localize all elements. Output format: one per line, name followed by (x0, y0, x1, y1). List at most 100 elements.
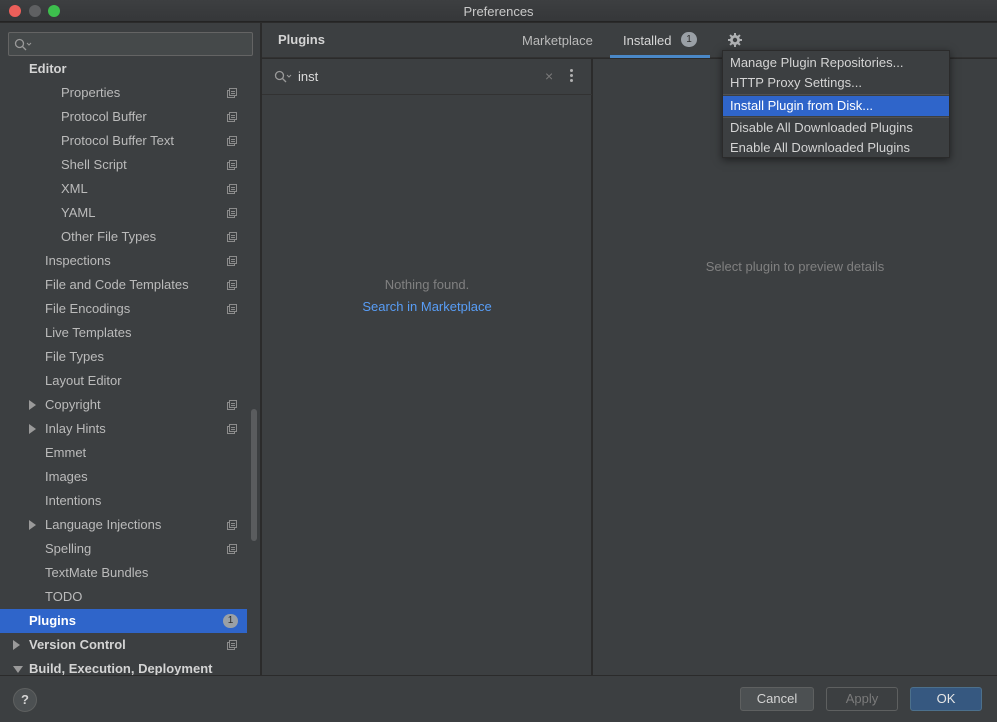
sidebar-item-label: Shell Script (61, 157, 127, 172)
sidebar-scrollbar[interactable] (251, 409, 257, 541)
expand-right-arrow-icon[interactable] (13, 640, 20, 650)
project-scope-icon (227, 400, 237, 410)
sidebar-item-label: Protocol Buffer (61, 109, 147, 124)
expand-right-arrow-icon[interactable] (29, 424, 36, 434)
sidebar-item-editor[interactable]: Editor (0, 63, 247, 81)
sidebar-item-label: Build, Execution, Deployment (29, 661, 213, 675)
settings-tree: Editor Properties Protocol Buffer Protocol … (0, 63, 260, 675)
sidebar-item-label: Emmet (45, 445, 87, 460)
sidebar-item-layout-editor[interactable]: Layout Editor (0, 369, 247, 393)
sidebar-item-other-file-types[interactable]: Other File Types (0, 225, 247, 249)
sidebar-item-file-and-code-templates[interactable]: File and Code Templates (0, 273, 247, 297)
sidebar-item-textmate-bundles[interactable]: TextMate Bundles (0, 561, 247, 585)
sidebar-item-label: Language Injections (45, 517, 162, 532)
sidebar-item-file-types[interactable]: File Types (0, 345, 247, 369)
sidebar-item-copyright[interactable]: Copyright (0, 393, 247, 417)
empty-results-text: Nothing found. (384, 277, 470, 292)
sidebar-item-live-templates[interactable]: Live Templates (0, 321, 247, 345)
sidebar-item-intentions[interactable]: Intentions (0, 489, 247, 513)
menu-item-manage-repositories[interactable]: Manage Plugin Repositories... (723, 53, 949, 73)
project-scope-icon (227, 256, 237, 266)
sidebar-item-version-control[interactable]: Version Control (0, 633, 247, 657)
sidebar-item-plugins[interactable]: Plugins 1 (0, 609, 247, 633)
detail-placeholder-text: Select plugin to preview details (705, 259, 885, 274)
sidebar-item-label: Protocol Buffer Text (61, 133, 174, 148)
apply-button[interactable]: Apply (826, 687, 898, 711)
sidebar-item-images[interactable]: Images (0, 465, 247, 489)
clear-search-icon[interactable]: × (545, 68, 553, 84)
sidebar-item-label: File Types (45, 349, 105, 364)
sidebar-item-label: Version Control (29, 637, 126, 652)
expand-down-arrow-icon[interactable] (13, 666, 23, 673)
plugin-search-value[interactable]: inst (298, 69, 318, 84)
project-scope-icon (227, 184, 237, 194)
project-scope-icon (227, 232, 237, 242)
sidebar-item-label: File and Code Templates (45, 277, 189, 292)
sidebar-item-spelling[interactable]: Spelling (0, 537, 247, 561)
gear-dropdown-menu: Manage Plugin Repositories... HTTP Proxy… (722, 50, 950, 158)
menu-item-http-proxy[interactable]: HTTP Proxy Settings... (723, 73, 949, 93)
project-scope-icon (227, 304, 237, 314)
sidebar-item-label: TODO (45, 589, 83, 604)
sidebar-item-label: Images (45, 469, 88, 484)
sidebar-item-xml[interactable]: XML (0, 177, 247, 201)
sidebar-item-protocol-buffer[interactable]: Protocol Buffer (0, 105, 247, 129)
plugins-update-badge: 1 (223, 614, 238, 628)
menu-item-enable-downloaded[interactable]: Enable All Downloaded Plugins (723, 138, 949, 158)
plugin-search-field[interactable]: inst × (262, 59, 592, 95)
sidebar-item-shell-script[interactable]: Shell Script (0, 153, 247, 177)
page-title: Plugins (278, 32, 325, 47)
dialog-footer: ? Cancel Apply OK (0, 675, 997, 722)
settings-search-input[interactable] (8, 32, 253, 56)
sidebar-item-label: Other File Types (61, 229, 157, 244)
window-title: Preferences (463, 4, 534, 19)
sidebar-item-properties[interactable]: Properties (0, 81, 247, 105)
more-options-icon[interactable] (570, 69, 574, 83)
sidebar-item-label: Live Templates (45, 325, 132, 340)
sidebar-item-build-execution-deployment[interactable]: Build, Execution, Deployment (0, 657, 247, 675)
sidebar-item-label: Copyright (45, 397, 101, 412)
search-icon (14, 38, 32, 51)
project-scope-icon (227, 544, 237, 554)
active-tab-indicator (610, 55, 710, 58)
sidebar-item-todo[interactable]: TODO (0, 585, 247, 609)
installed-count-badge: 1 (681, 32, 697, 47)
tab-marketplace[interactable]: Marketplace (522, 33, 593, 48)
settings-sidebar: Editor Properties Protocol Buffer Protocol … (0, 23, 261, 675)
project-scope-icon (227, 208, 237, 218)
help-button[interactable]: ? (13, 688, 37, 712)
sidebar-item-yaml[interactable]: YAML (0, 201, 247, 225)
title-bar: Preferences (0, 0, 997, 22)
sidebar-item-label: Plugins (29, 613, 76, 628)
sidebar-item-label: Intentions (45, 493, 102, 508)
sidebar-item-inlay-hints[interactable]: Inlay Hints (0, 417, 247, 441)
menu-separator (723, 94, 949, 95)
cancel-button[interactable]: Cancel (740, 687, 814, 711)
sidebar-item-protocol-buffer-text[interactable]: Protocol Buffer Text (0, 129, 247, 153)
menu-item-disable-downloaded[interactable]: Disable All Downloaded Plugins (723, 118, 949, 138)
tab-installed[interactable]: Installed (623, 33, 671, 48)
project-scope-icon (227, 640, 237, 650)
sidebar-item-inspections[interactable]: Inspections (0, 249, 247, 273)
expand-right-arrow-icon[interactable] (29, 400, 36, 410)
sidebar-item-language-injections[interactable]: Language Injections (0, 513, 247, 537)
project-scope-icon (227, 112, 237, 122)
sidebar-item-file-encodings[interactable]: File Encodings (0, 297, 247, 321)
sidebar-item-emmet[interactable]: Emmet (0, 441, 247, 465)
search-in-marketplace-link[interactable]: Search in Marketplace (262, 299, 592, 314)
sidebar-item-label: Inlay Hints (45, 421, 106, 436)
project-scope-icon (227, 520, 237, 530)
sidebar-item-label: Properties (61, 85, 121, 100)
sidebar-item-label: File Encodings (45, 301, 131, 316)
gear-icon[interactable] (727, 32, 743, 48)
sidebar-item-label: XML (61, 181, 88, 196)
sidebar-item-label: Layout Editor (45, 373, 122, 388)
sidebar-item-label: YAML (61, 205, 96, 220)
project-scope-icon (227, 88, 237, 98)
expand-right-arrow-icon[interactable] (29, 520, 36, 530)
project-scope-icon (227, 424, 237, 434)
ok-button[interactable]: OK (910, 687, 982, 711)
menu-item-install-from-disk[interactable]: Install Plugin from Disk... (723, 96, 949, 116)
sidebar-item-label: TextMate Bundles (45, 565, 149, 580)
sidebar-item-label: Editor (29, 63, 67, 76)
